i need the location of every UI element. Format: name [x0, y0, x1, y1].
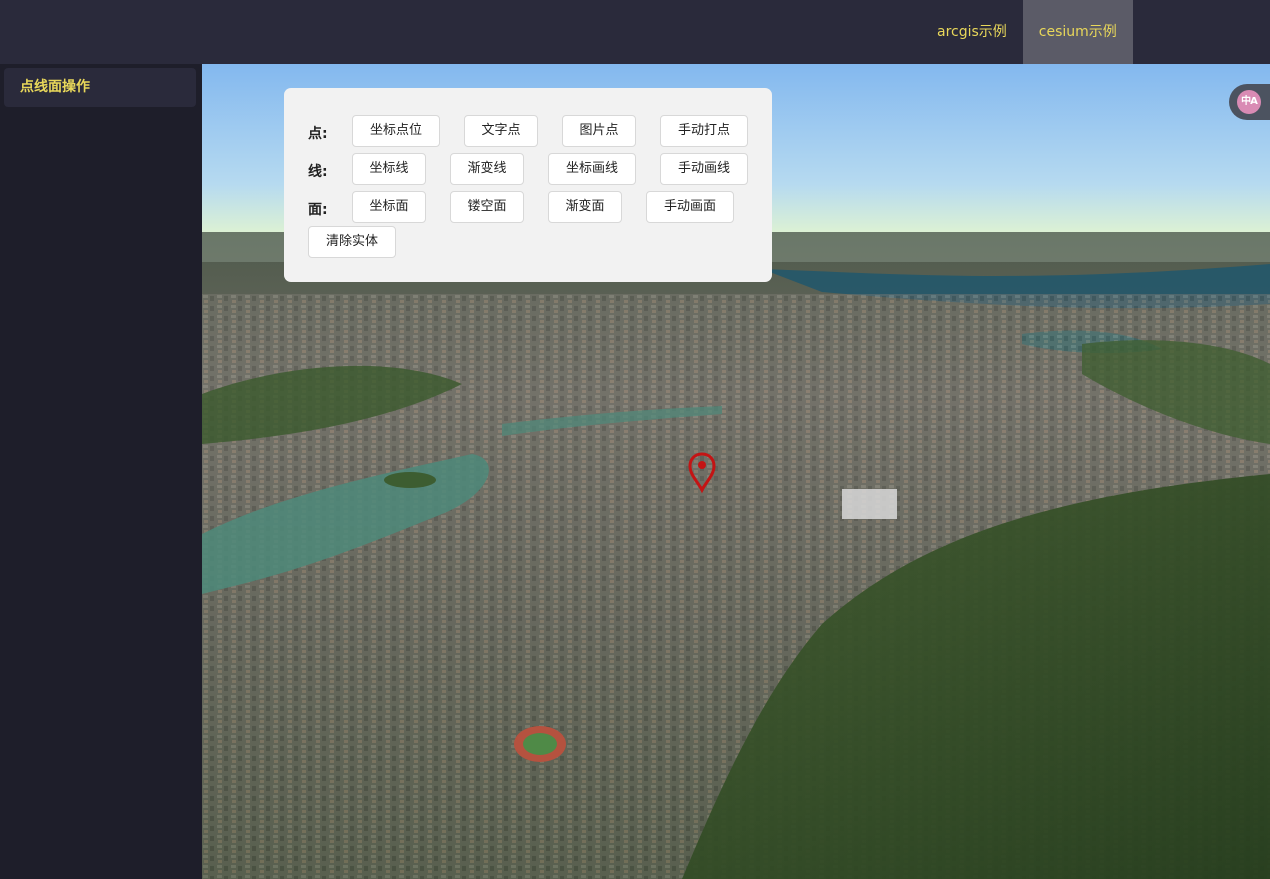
top-bar: arcgis示例 cesium示例	[0, 0, 1270, 64]
hollow-polygon-button[interactable]: 镂空面	[450, 191, 524, 223]
polygon-row-label: 面:	[308, 202, 328, 218]
coordinate-polygon-button[interactable]: 坐标面	[352, 191, 426, 223]
nav-item-arcgis[interactable]: arcgis示例	[921, 0, 1023, 64]
nav-item-cesium[interactable]: cesium示例	[1022, 0, 1133, 64]
clear-entities-button[interactable]: 清除实体	[308, 226, 396, 258]
manual-draw-polygon-button[interactable]: 手动画面	[646, 191, 734, 223]
coordinate-draw-line-button[interactable]: 坐标画线	[548, 153, 636, 185]
sidebar-item-point-line-polygon[interactable]: 点线面操作	[4, 68, 196, 107]
image-point-button[interactable]: 图片点	[562, 115, 636, 147]
sidebar: 点线面操作	[0, 64, 202, 879]
manual-point-button[interactable]: 手动打点	[660, 115, 748, 147]
top-nav: arcgis示例 cesium示例	[921, 0, 1133, 64]
translate-widget[interactable]: 中A	[1229, 84, 1270, 120]
point-row-label: 点:	[308, 126, 328, 142]
gradient-line-button[interactable]: 渐变线	[450, 153, 524, 185]
drawing-toolbar: 点: 坐标点位 文字点 图片点 手动打点 线: 坐标线 渐变线 坐标画线 手动画…	[284, 88, 772, 282]
text-point-button[interactable]: 文字点	[464, 115, 538, 147]
coordinate-point-button[interactable]: 坐标点位	[352, 115, 440, 147]
line-row-label: 线:	[308, 164, 328, 180]
gradient-polygon-button[interactable]: 渐变面	[548, 191, 622, 223]
translate-icon[interactable]: 中A	[1237, 90, 1261, 114]
coordinate-line-button[interactable]: 坐标线	[352, 153, 426, 185]
manual-draw-line-button[interactable]: 手动画线	[660, 153, 748, 185]
